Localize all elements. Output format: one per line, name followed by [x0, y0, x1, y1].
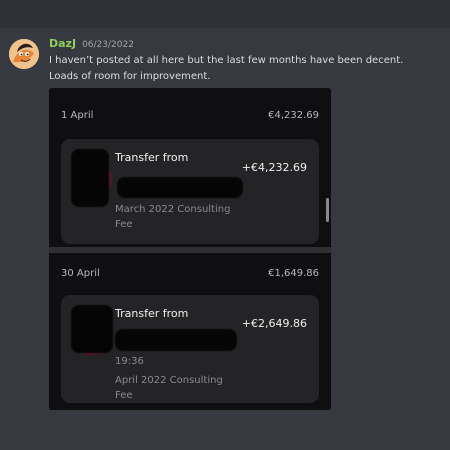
cartoon-avatar-icon: [9, 39, 39, 69]
transaction-amount: +€4,232.69: [241, 161, 307, 174]
transaction-group: 1 April €4,232.69 Transfer from +€4,232.…: [49, 88, 331, 247]
transaction-card: Transfer from +€4,232.69 March 2022 Cons…: [61, 139, 319, 244]
transaction-card: Transfer from +€2,649.86 19:36 April 202…: [61, 295, 319, 403]
discord-chat-screen: DazJ 06/23/2022 I haven’t posted at all …: [0, 0, 450, 450]
redaction-mark: [117, 177, 243, 198]
username[interactable]: DazJ: [49, 37, 76, 50]
transaction-time: 19:36: [115, 356, 144, 367]
transaction-description-line: April 2022 Consulting: [115, 375, 223, 386]
transaction-description: April 2022 Consulting Fee: [115, 373, 243, 403]
scrollbar-thumb[interactable]: [326, 198, 329, 222]
message-timestamp: 06/23/2022: [82, 40, 134, 50]
transaction-description: March 2022 Consulting Fee: [115, 202, 243, 232]
transaction-description-line: Fee: [115, 219, 133, 230]
transaction-date-row: 30 April €1,649.86: [61, 268, 319, 279]
message-line: I haven’t posted at all here but the las…: [49, 55, 404, 66]
transaction-group: 30 April €1,649.86 Transfer from +€2,649…: [49, 253, 331, 410]
transaction-title: Transfer from: [115, 151, 189, 164]
daily-balance: €1,649.86: [268, 268, 319, 279]
redaction-mark: [115, 329, 237, 351]
bank-transactions-screenshot: 1 April €4,232.69 Transfer from +€4,232.…: [49, 88, 331, 410]
transaction-date: 30 April: [61, 268, 100, 279]
message-text: I haven’t posted at all here but the las…: [49, 53, 409, 85]
redaction-mark: [71, 305, 113, 353]
transaction-amount: +€2,649.86: [241, 317, 307, 330]
transaction-description-line: March 2022 Consulting: [115, 204, 231, 215]
daily-balance: €4,232.69: [268, 110, 319, 121]
message-header: DazJ 06/23/2022: [49, 37, 134, 53]
redaction-mark: [71, 149, 109, 207]
transaction-date-row: 1 April €4,232.69: [61, 110, 319, 121]
transaction-date: 1 April: [61, 110, 94, 121]
transaction-description-line: Fee: [115, 390, 133, 401]
transaction-title: Transfer from: [115, 307, 189, 320]
message-line: Loads of room for improvement.: [49, 71, 211, 82]
user-avatar[interactable]: [9, 39, 39, 69]
image-attachment[interactable]: 1 April €4,232.69 Transfer from +€4,232.…: [49, 88, 331, 410]
